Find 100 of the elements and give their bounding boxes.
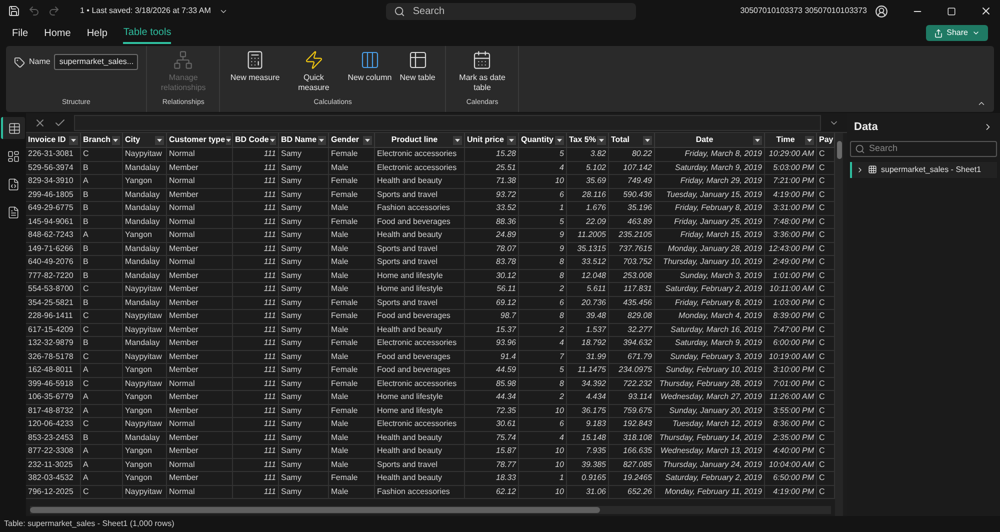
collapse-ribbon-icon[interactable] — [977, 99, 986, 108]
table-cell: C — [819, 229, 825, 242]
table-cell: Sunday, February 10, 2019 — [666, 364, 762, 376]
table-cell: 737.7615 — [618, 242, 652, 255]
ribbon-button[interactable]: New measure — [228, 50, 282, 83]
table-cell: Sports and travel — [377, 256, 438, 268]
column-filter-button[interactable] — [597, 136, 606, 144]
table-cell: 166.635 — [623, 445, 652, 458]
column-header[interactable]: BD Code — [235, 134, 269, 146]
column-filter-button[interactable] — [753, 136, 762, 144]
column-header[interactable]: BD Name — [281, 134, 317, 146]
column-filter-button[interactable] — [112, 136, 120, 144]
table-cell: 24.89 — [496, 229, 516, 242]
table-cell: C — [819, 283, 825, 296]
table-cell: 6 — [560, 418, 564, 430]
ribbon-button[interactable]: New table — [398, 50, 438, 83]
table-cell: Thursday, February 14, 2019 — [659, 432, 762, 444]
maximize-icon[interactable] — [947, 6, 956, 16]
caret-icon — [645, 138, 650, 142]
table-cell: C — [83, 486, 89, 498]
table-cell: 10:19:00 AM — [768, 350, 814, 363]
column-header[interactable]: Quantity — [521, 134, 554, 146]
table-cell: 703.752 — [623, 256, 652, 268]
table-cell: 39.385 — [582, 458, 606, 471]
table-cell: 8 — [560, 256, 564, 268]
table-cell: Normal — [169, 175, 195, 188]
name-field[interactable]: supermarket_sales... — [54, 54, 138, 70]
column-filter-button[interactable] — [805, 136, 814, 144]
share-button[interactable]: Share — [926, 25, 988, 41]
table-cell: Naypyitaw — [125, 148, 162, 160]
table-cell: 111 — [264, 418, 276, 430]
table-cell: 111 — [264, 472, 276, 484]
table-cell: Samy — [281, 350, 302, 363]
expand-icon[interactable] — [856, 166, 864, 174]
view-tab[interactable] — [1, 117, 25, 139]
column-header[interactable]: City — [125, 134, 154, 146]
table-cell: 3:55:00 PM — [773, 404, 814, 417]
table-cell: 6:50:00 PM — [773, 472, 814, 484]
column-header[interactable]: Total — [611, 134, 642, 146]
menu-tab[interactable]: File — [12, 22, 28, 44]
table-cell: Sunday, March 3, 2019 — [680, 270, 762, 282]
table-cell: 71.38 — [496, 175, 516, 188]
column-filter-button[interactable] — [555, 136, 564, 144]
search-field[interactable]: Search — [386, 2, 636, 20]
horizontal-scrollbar[interactable] — [30, 506, 831, 514]
table-cell: Normal — [169, 229, 195, 242]
cancel-icon[interactable] — [34, 116, 46, 128]
user-name: 30507010103373 30507010103373 — [740, 5, 867, 17]
column-header[interactable]: Pay — [819, 134, 834, 146]
column-header[interactable]: Date — [657, 134, 752, 146]
close-icon[interactable] — [980, 5, 992, 17]
table-cell: Naypyitaw — [125, 418, 162, 430]
table-cell: Friday, February 8, 2019 — [674, 202, 762, 214]
table-cell: 62.12 — [496, 486, 516, 498]
table-cell: C — [819, 378, 825, 390]
column-filter-button[interactable] — [507, 136, 516, 144]
ribbon-button[interactable]: New column — [346, 50, 394, 83]
column-header[interactable]: Invoice ID — [28, 134, 68, 146]
menu-tab[interactable]: Home — [44, 22, 71, 44]
table-cell: 4 — [560, 432, 564, 444]
column-filter-button[interactable] — [453, 136, 462, 144]
column-header[interactable]: Branch — [83, 134, 111, 146]
caret-icon — [319, 138, 324, 142]
column-filter-button[interactable] — [318, 136, 326, 144]
table-cell: 435.456 — [623, 296, 652, 309]
table-cell: C — [819, 296, 825, 309]
column-header[interactable]: Gender — [331, 134, 362, 146]
ribbon-button[interactable]: Mark as date table — [454, 50, 510, 93]
column-filter-button[interactable] — [155, 136, 164, 144]
table-cell: C — [83, 378, 89, 390]
commit-icon[interactable] — [54, 116, 66, 128]
save-icon[interactable] — [8, 5, 20, 17]
search-field[interactable]: Search — [850, 140, 997, 156]
column-filter-button[interactable] — [69, 136, 78, 144]
table-cell: 2:35:00 PM — [773, 432, 814, 444]
column-header[interactable]: Tax 5% — [569, 134, 596, 146]
column-filter-button[interactable] — [270, 136, 276, 144]
column-header[interactable]: Time — [767, 134, 804, 146]
menu-tab[interactable]: Help — [86, 22, 108, 44]
table-cell: 10 — [555, 404, 564, 417]
table-cell: 111 — [264, 324, 276, 336]
menu-tab[interactable]: Table tools — [123, 22, 172, 44]
table-cell: 19.2465 — [623, 472, 652, 484]
table-cell: 5 — [560, 216, 564, 228]
column-header[interactable]: Unit price — [467, 134, 506, 146]
formula-field[interactable] — [74, 114, 821, 130]
table-item[interactable]: supermarket_sales - Sheet1 — [850, 162, 997, 178]
table-cell: Friday, March 8, 2019 — [684, 148, 762, 160]
ribbon-button[interactable]: Quick measure — [286, 50, 342, 93]
caret-icon — [226, 138, 232, 142]
table-cell: Mandalay — [125, 256, 160, 268]
column-filter-button[interactable] — [643, 136, 652, 144]
column-filter-button[interactable] — [363, 136, 372, 144]
column-filter-button[interactable] — [226, 136, 232, 144]
column-header[interactable]: Product line — [377, 134, 452, 146]
vertical-scrollbar[interactable] — [835, 133, 843, 516]
column-header[interactable]: Customer type — [169, 134, 226, 146]
user-icon[interactable] — [875, 4, 888, 18]
table-cell: Samy — [281, 162, 302, 174]
table-cell: 111 — [264, 202, 276, 214]
